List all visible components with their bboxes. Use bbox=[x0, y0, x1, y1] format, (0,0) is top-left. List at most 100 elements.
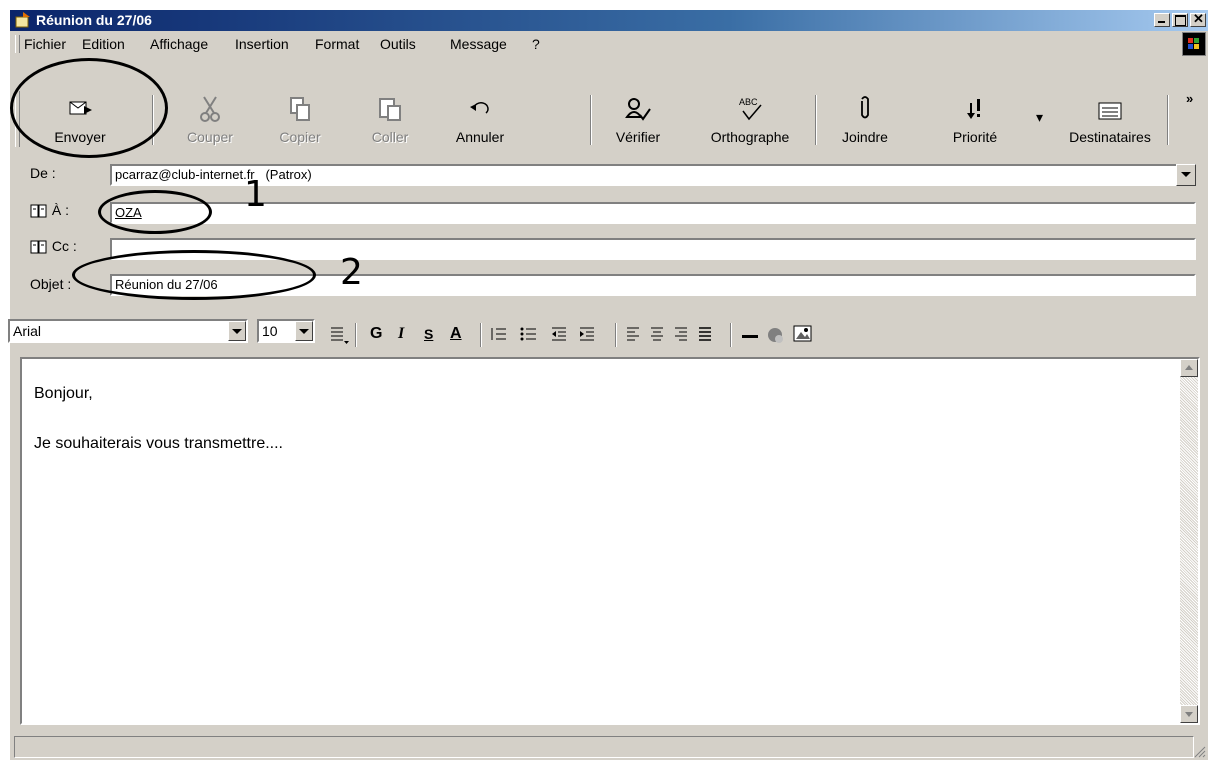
toolbar-separator bbox=[615, 323, 617, 347]
paperclip-icon bbox=[861, 96, 869, 119]
copy-icon bbox=[290, 97, 310, 121]
compose-window: Réunion du 27/06 ✕ Fichier Edition Affic… bbox=[8, 10, 1208, 760]
font-dropdown-button[interactable] bbox=[228, 321, 246, 341]
font-size-value: 10 bbox=[262, 323, 278, 339]
spelling-icon: ABC bbox=[739, 97, 762, 121]
font-color-icon[interactable]: A bbox=[450, 325, 462, 343]
spelling-button[interactable]: ABC Orthographe bbox=[700, 89, 800, 151]
toolbar-separator bbox=[730, 323, 732, 347]
font-select[interactable]: Arial bbox=[8, 319, 248, 343]
message-headers: De : pcarraz@club-internet.fr (Patrox) À… bbox=[10, 162, 1208, 312]
menu-insertion[interactable]: Insertion bbox=[235, 36, 289, 52]
toolbar-separator bbox=[590, 95, 592, 145]
scroll-up-button[interactable] bbox=[1180, 359, 1198, 377]
paste-button[interactable]: Coller bbox=[350, 89, 430, 151]
arrow-down-icon bbox=[1185, 712, 1193, 717]
maximize-button[interactable] bbox=[1172, 13, 1188, 27]
font-value: Arial bbox=[13, 323, 42, 339]
minimize-button[interactable] bbox=[1154, 13, 1170, 27]
annotation-number-1: 1 bbox=[244, 174, 267, 215]
horizontal-line-icon[interactable] bbox=[742, 335, 758, 338]
menu-fichier[interactable]: Fichier bbox=[24, 36, 66, 52]
to-label-group[interactable]: À : bbox=[30, 202, 69, 218]
increase-indent-icon bbox=[580, 327, 594, 341]
menu-bar: Fichier Edition Affichage Insertion Form… bbox=[10, 31, 1208, 57]
copy-button[interactable]: Copier bbox=[260, 89, 340, 151]
cc-field[interactable] bbox=[110, 238, 1196, 260]
toolbar-separator bbox=[355, 323, 357, 347]
spelling-label: Orthographe bbox=[710, 129, 790, 145]
paste-icon bbox=[379, 98, 401, 121]
menu-help[interactable]: ? bbox=[532, 36, 540, 52]
annotation-number-2: 2 bbox=[340, 252, 363, 293]
attach-button[interactable]: Joindre bbox=[825, 89, 905, 151]
priority-button[interactable]: Priorité bbox=[935, 89, 1015, 151]
toolbar-separator bbox=[1167, 95, 1169, 145]
recipients-button[interactable]: Destinataires bbox=[1055, 89, 1165, 151]
bullet-list-icon bbox=[520, 327, 536, 341]
subject-value: Réunion du 27/06 bbox=[115, 277, 218, 292]
align-center-icon bbox=[651, 327, 663, 341]
menu-format[interactable]: Format bbox=[315, 36, 359, 52]
send-icon bbox=[69, 101, 92, 115]
paste-label: Coller bbox=[371, 129, 409, 145]
toolbar-separator bbox=[480, 323, 482, 347]
windows-logo-icon bbox=[1182, 32, 1206, 56]
bold-icon[interactable]: G bbox=[370, 325, 382, 343]
toolbar-overflow-button[interactable]: » bbox=[1186, 91, 1193, 106]
menu-message[interactable]: Message bbox=[450, 36, 507, 52]
underline-icon[interactable]: S bbox=[424, 326, 433, 342]
status-bar bbox=[10, 732, 1208, 760]
cc-label: Cc : bbox=[51, 238, 77, 254]
priority-dropdown-arrow[interactable]: ▾ bbox=[1036, 109, 1043, 126]
attach-label: Joindre bbox=[842, 129, 888, 145]
to-field[interactable]: OZA bbox=[110, 202, 1196, 224]
message-body[interactable]: Bonjour, Je souhaiterais vous transmettr… bbox=[20, 357, 1200, 725]
italic-icon[interactable]: I bbox=[398, 325, 404, 343]
send-button[interactable]: Envoyer bbox=[40, 89, 120, 151]
title-bar[interactable]: Réunion du 27/06 ✕ bbox=[10, 10, 1208, 31]
chevron-down-icon bbox=[1181, 172, 1191, 177]
check-names-label: Vérifier bbox=[615, 129, 661, 145]
chevron-down-icon bbox=[232, 329, 242, 334]
window-title: Réunion du 27/06 bbox=[36, 12, 152, 28]
menu-outils[interactable]: Outils bbox=[380, 36, 416, 52]
from-dropdown-button[interactable] bbox=[1176, 164, 1196, 186]
alignment-group bbox=[627, 327, 711, 341]
address-book-icon bbox=[30, 204, 47, 218]
cut-button[interactable]: Couper bbox=[170, 89, 250, 151]
check-names-button[interactable]: Vérifier bbox=[598, 89, 678, 151]
menu-edition[interactable]: Edition bbox=[82, 36, 125, 52]
to-recipient[interactable]: OZA bbox=[115, 205, 142, 220]
toolbar: Envoyer Couper Copier Coller Annuler Vér… bbox=[10, 57, 1208, 162]
undo-label: Annuler bbox=[455, 129, 505, 145]
scroll-down-button[interactable] bbox=[1180, 705, 1198, 723]
resize-grip-icon[interactable] bbox=[1192, 744, 1206, 758]
subject-field[interactable]: Réunion du 27/06 bbox=[110, 274, 1196, 296]
priority-icon bbox=[967, 99, 980, 119]
link-globe-icon[interactable] bbox=[765, 325, 787, 345]
address-book-icon bbox=[1098, 102, 1122, 120]
undo-icon bbox=[470, 102, 489, 114]
menu-grip[interactable] bbox=[15, 35, 20, 53]
paragraph-style-icon[interactable] bbox=[328, 325, 350, 345]
undo-button[interactable]: Annuler bbox=[440, 89, 520, 151]
insert-image-icon[interactable] bbox=[792, 324, 814, 344]
align-left-icon bbox=[627, 327, 639, 341]
from-value: pcarraz@club-internet.fr (Patrox) bbox=[115, 167, 312, 182]
close-button[interactable]: ✕ bbox=[1190, 11, 1206, 27]
toolbar-grip[interactable] bbox=[15, 91, 20, 147]
align-right-icon bbox=[675, 327, 687, 341]
from-field[interactable]: pcarraz@club-internet.fr (Patrox) bbox=[110, 164, 1196, 186]
toolbar-separator bbox=[152, 95, 154, 145]
from-label: De : bbox=[30, 165, 56, 181]
cc-label-group[interactable]: Cc : bbox=[30, 238, 77, 254]
cut-label: Couper bbox=[187, 129, 233, 145]
font-size-dropdown-button[interactable] bbox=[295, 321, 313, 341]
status-panel bbox=[14, 736, 1194, 758]
menu-affichage[interactable]: Affichage bbox=[150, 36, 208, 52]
font-size-select[interactable]: 10 bbox=[257, 319, 315, 343]
address-book-icon bbox=[30, 240, 47, 254]
vertical-scrollbar[interactable] bbox=[1180, 359, 1198, 723]
message-icon bbox=[15, 12, 30, 28]
